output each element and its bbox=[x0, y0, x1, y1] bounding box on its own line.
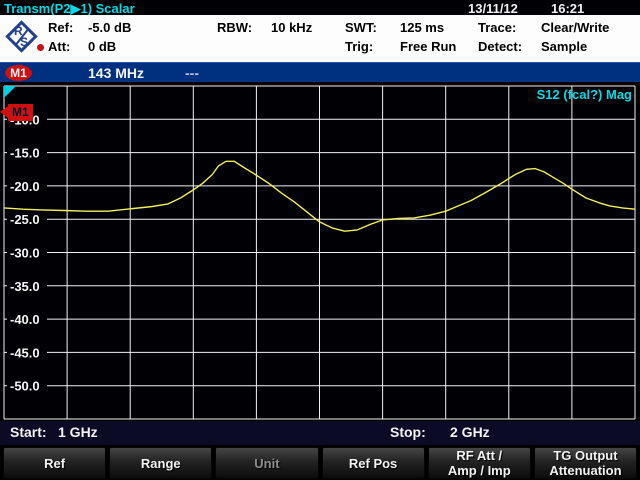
att-status-dot-icon bbox=[37, 44, 44, 51]
softkey-ref-pos[interactable]: Ref Pos bbox=[322, 447, 425, 479]
detect-label: Detect: bbox=[478, 39, 522, 54]
att-value: 0 dB bbox=[88, 39, 116, 54]
start-label: Start: bbox=[10, 424, 47, 440]
trace-label: Trace: bbox=[478, 20, 516, 35]
title-bar: Transm(P2▶1) Scalar 13/11/12 16:21 bbox=[0, 0, 640, 15]
rbw-value: 10 kHz bbox=[271, 20, 312, 35]
softkey-rf-att-amp-imp[interactable]: RF Att / Amp / Imp bbox=[428, 447, 531, 479]
chart-svg: -10.0-15.0-20.0-25.0-30.0-35.0-40.0-45.0… bbox=[0, 84, 640, 421]
rbw-label: RBW: bbox=[217, 20, 252, 35]
softkey-rf-att-line1: RF Att / bbox=[429, 448, 530, 463]
rs-logo-icon: R S bbox=[6, 21, 38, 53]
att-label: Att: bbox=[48, 39, 70, 54]
marker-arrow-icon bbox=[0, 106, 8, 118]
softkey-tg-output-line2: Attenuation bbox=[535, 463, 636, 478]
marker-m1-flag: M1 bbox=[0, 103, 33, 121]
softkey-unit: Unit bbox=[215, 447, 318, 479]
softkey-tg-output-line1: TG Output bbox=[535, 448, 636, 463]
y-axis-label: -15.0 bbox=[10, 146, 40, 161]
softkey-ref-pos-label: Ref Pos bbox=[323, 456, 424, 471]
softkey-ref-label: Ref bbox=[4, 456, 105, 471]
softkey-rf-att-line2: Amp / Imp bbox=[429, 463, 530, 478]
y-axis-label: -25.0 bbox=[10, 212, 40, 227]
swt-label: SWT: bbox=[345, 20, 377, 35]
y-axis-label: -35.0 bbox=[10, 279, 40, 294]
start-value: 1 GHz bbox=[58, 424, 98, 440]
ref-value: -5.0 dB bbox=[88, 20, 131, 35]
trig-value: Free Run bbox=[400, 39, 456, 54]
marker-flag-label: M1 bbox=[8, 104, 33, 121]
time-display: 16:21 bbox=[551, 1, 584, 16]
date-display: 13/11/12 bbox=[468, 1, 518, 16]
softkey-ref[interactable]: Ref bbox=[3, 447, 106, 479]
marker-m1-badge: M1 bbox=[5, 65, 32, 81]
y-axis-label: -50.0 bbox=[10, 379, 40, 394]
stop-label: Stop: bbox=[390, 424, 426, 440]
marker-value: --- bbox=[185, 65, 199, 81]
stop-value: 2 GHz bbox=[450, 424, 490, 440]
y-axis-label: -20.0 bbox=[10, 179, 40, 194]
softkey-range-label: Range bbox=[110, 456, 211, 471]
ref-label: Ref: bbox=[48, 20, 73, 35]
y-axis-label: -45.0 bbox=[10, 345, 40, 360]
logo-letter-s: S bbox=[20, 35, 28, 49]
y-axis-label: -40.0 bbox=[10, 312, 40, 327]
frequency-range-bar: Start: 1 GHz Stop: 2 GHz bbox=[0, 421, 640, 445]
softkey-range[interactable]: Range bbox=[109, 447, 212, 479]
trace-value: Clear/Write bbox=[541, 20, 609, 35]
swt-value: 125 ms bbox=[400, 20, 444, 35]
softkey-unit-label: Unit bbox=[216, 456, 317, 471]
softkey-tg-output-attenuation[interactable]: TG Output Attenuation bbox=[534, 447, 637, 479]
trig-label: Trig: bbox=[345, 39, 373, 54]
softkey-bar: Ref Range Unit Ref Pos RF Att / Amp / Im… bbox=[0, 445, 640, 480]
status-header: R S Ref: -5.0 dB Att: 0 dB RBW: 10 kHz S… bbox=[0, 15, 640, 62]
detect-value: Sample bbox=[541, 39, 587, 54]
trace-mode-label: S12 (fcal?) Mag bbox=[537, 87, 632, 102]
measurement-chart: -10.0-15.0-20.0-25.0-30.0-35.0-40.0-45.0… bbox=[0, 84, 640, 421]
marker-readout-bar: M1 143 MHz --- bbox=[0, 62, 640, 82]
y-axis-label: -30.0 bbox=[10, 246, 40, 261]
marker-frequency: 143 MHz bbox=[88, 65, 144, 81]
analyzer-screen: Transm(P2▶1) Scalar 13/11/12 16:21 R S R… bbox=[0, 0, 640, 480]
